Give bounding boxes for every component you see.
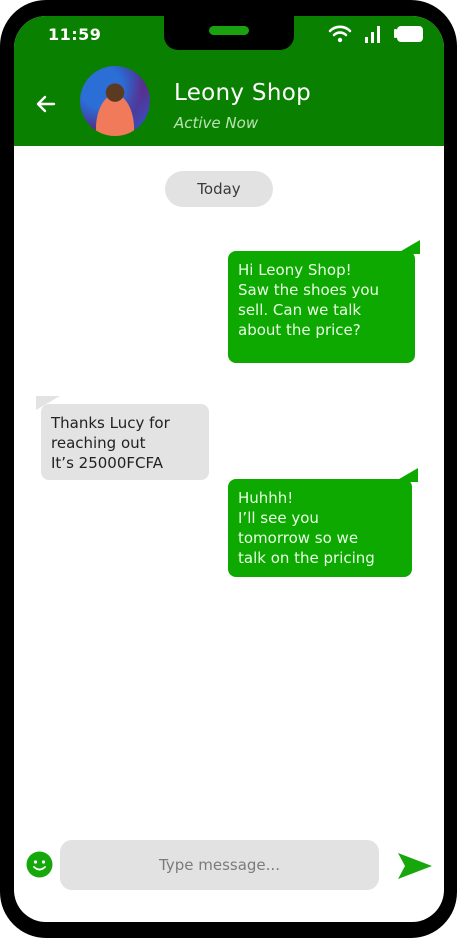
send-icon[interactable] <box>397 851 433 881</box>
message-bubble-outgoing[interactable]: Hi Leony Shop! Saw the shoes you sell. C… <box>228 251 415 363</box>
arrow-left-icon <box>36 95 56 113</box>
wifi-icon <box>328 25 352 43</box>
message-bubble-outgoing[interactable]: Huhhh! I’ll see you tomorrow so we talk … <box>228 479 412 577</box>
contact-avatar[interactable] <box>80 66 150 136</box>
signal-icon <box>365 26 380 43</box>
smiley-icon[interactable] <box>26 851 53 878</box>
contact-status: Active Now <box>174 114 259 132</box>
contact-name: Leony Shop <box>174 80 311 106</box>
back-button[interactable] <box>34 92 58 116</box>
status-icons <box>328 24 424 44</box>
battery-icon <box>394 26 423 42</box>
camera-notch <box>164 16 294 50</box>
chat-screen: 11:59 Leony Shop Active Now Today Hi Leo… <box>14 16 444 922</box>
message-bubble-incoming[interactable]: Thanks Lucy for reaching out It’s 25000F… <box>41 404 209 480</box>
speaker-grille <box>209 26 249 35</box>
message-input[interactable]: Type message... <box>60 840 379 890</box>
status-time: 11:59 <box>48 25 102 44</box>
chat-header: 11:59 Leony Shop Active Now <box>14 16 444 146</box>
date-separator: Today <box>165 171 273 207</box>
